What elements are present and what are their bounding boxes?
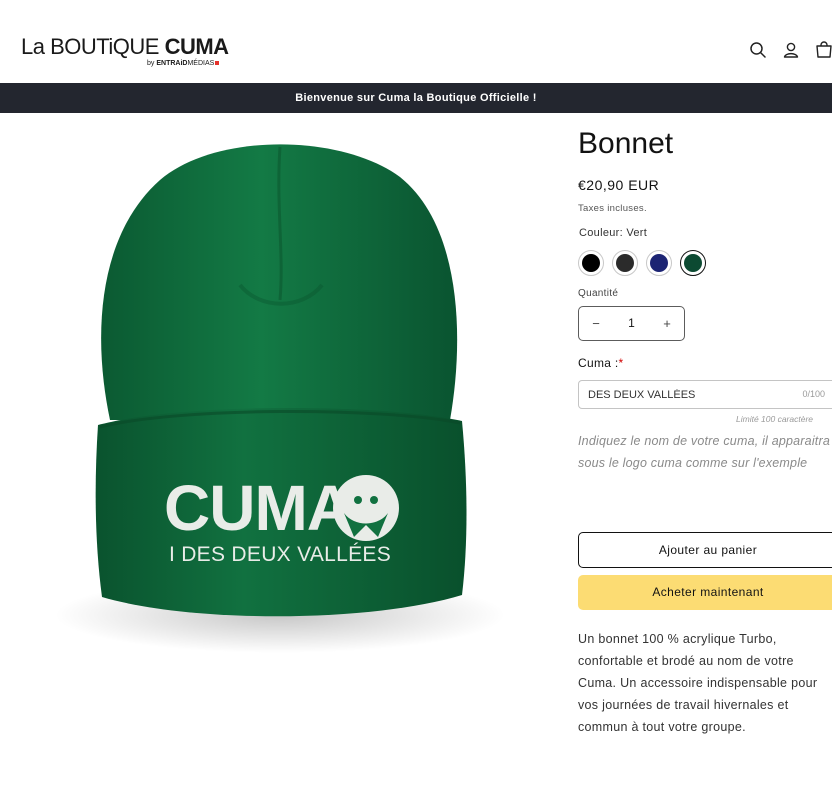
character-limit-note: Limité 100 caractère	[736, 414, 814, 424]
buy-now-button[interactable]: Acheter maintenant	[578, 575, 832, 610]
swatch-color-fill	[650, 254, 668, 272]
quantity-increase-button[interactable]: +	[650, 307, 684, 340]
taxes-note: Taxes incluses.	[578, 203, 647, 214]
color-swatch[interactable]	[578, 250, 604, 276]
site-logo[interactable]: La BOUTiQUE CUMA by ENTRAiDMÉDIAS	[21, 34, 231, 74]
logo-red-dot	[215, 61, 220, 66]
site-header: La BOUTiQUE CUMA by ENTRAiDMÉDIAS	[0, 0, 832, 83]
required-mark: *	[618, 356, 624, 370]
quantity-label: Quantité	[578, 288, 619, 299]
cuma-field-label-text: Cuma :	[578, 356, 619, 370]
cuma-field: 0/100	[578, 380, 832, 409]
cuma-help-text: Indiquez le nom de votre cuma, il appara…	[578, 434, 830, 470]
swatch-color-fill	[582, 254, 600, 272]
color-swatch[interactable]	[612, 250, 638, 276]
cuma-logo-mark	[333, 475, 399, 541]
color-swatch[interactable]	[680, 250, 706, 276]
logo-sub-brand: ENTRAiD	[156, 60, 188, 67]
logo-byline: by ENTRAiDMÉDIAS	[147, 59, 220, 68]
logo-sub-prefix: by	[147, 60, 157, 67]
cuma-name-input[interactable]	[588, 381, 788, 408]
logo-wordmark: La BOUTiQUE CUMA	[21, 34, 229, 60]
add-to-cart-button[interactable]: Ajouter au panier	[578, 532, 832, 568]
swatch-color-fill	[616, 254, 634, 272]
embroidery-sub-text: I DES DEUX VALLÉES	[169, 543, 391, 566]
logo-sub-suffix: MÉDIAS	[187, 60, 215, 67]
embroidery-main-text: CUMA	[164, 472, 352, 544]
announcement-bar: Bienvenue sur Cuma la Boutique Officiell…	[0, 83, 832, 113]
color-label: Couleur: Vert	[579, 227, 648, 239]
quantity-input[interactable]	[613, 307, 650, 340]
search-icon[interactable]	[748, 40, 768, 60]
logo-part1: La BOUTiQUE	[21, 34, 165, 59]
product-price: €20,90 EUR	[578, 177, 660, 193]
account-icon[interactable]	[781, 40, 801, 60]
logo-part2: CUMA	[164, 34, 230, 59]
product-image[interactable]: CUMA I DES DEUX VALLÉES	[40, 125, 520, 665]
swatch-color-fill	[684, 254, 702, 272]
product-title: Bonnet	[578, 127, 674, 160]
quantity-decrease-button[interactable]: −	[579, 307, 613, 340]
cuma-field-label: Cuma :*	[578, 356, 623, 371]
cart-icon[interactable]	[814, 40, 832, 60]
quantity-stepper: − +	[578, 306, 685, 341]
product-description: Un bonnet 100 % acrylique Turbo, confort…	[578, 632, 818, 734]
character-counter: 0/100	[802, 389, 825, 399]
color-swatch[interactable]	[646, 250, 672, 276]
